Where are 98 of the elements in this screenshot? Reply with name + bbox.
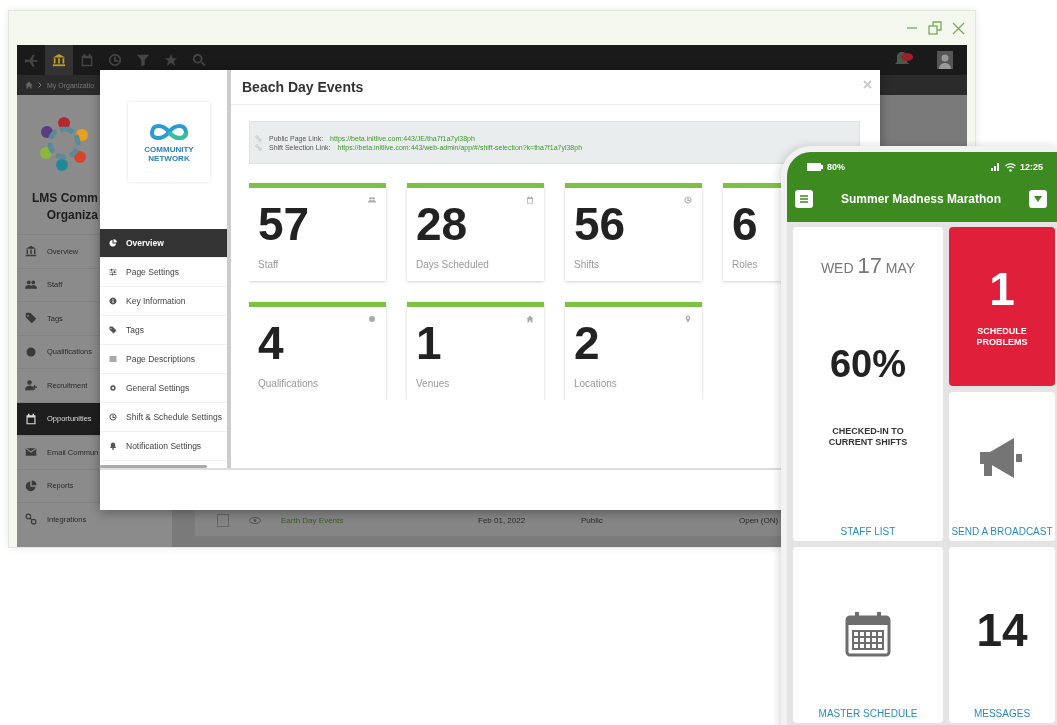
checkin-percent: 60% <box>829 343 907 386</box>
battery-icon <box>807 163 823 171</box>
infinity-logo <box>147 121 191 143</box>
house-icon <box>25 81 33 89</box>
menu-button[interactable] <box>795 190 813 208</box>
tile-caption: SCHEDULE PROBLEMS <box>975 325 1029 348</box>
calendar-icon <box>526 196 534 204</box>
tile-link[interactable]: SEND A BROADCAST <box>949 526 1055 537</box>
event-title[interactable]: Summer Madness Marathon <box>813 192 1029 206</box>
chain-link-icon <box>25 513 37 526</box>
stat-label: Roles <box>732 259 758 270</box>
schedule-tile[interactable]: MASTER SCHEDULE <box>793 547 943 723</box>
table-cell: Open (ON) <box>739 515 779 525</box>
tag-icon <box>109 326 117 334</box>
columns-icon <box>25 245 37 258</box>
nav-item[interactable]: Shift & Schedule Settings <box>100 403 227 432</box>
funnel-icon <box>136 53 150 67</box>
pie-chart-icon <box>109 239 117 247</box>
problems-tile[interactable]: 1 SCHEDULE PROBLEMS <box>949 227 1055 386</box>
calendar-icon <box>25 412 37 425</box>
stat-label: Shifts <box>574 259 599 270</box>
calendar-icon <box>844 611 892 659</box>
clock-icon <box>109 413 117 421</box>
stat-value: 2 <box>574 320 600 366</box>
stat-value: 28 <box>416 201 468 247</box>
menu-icon <box>799 194 809 204</box>
battery-level: 80% <box>827 162 845 172</box>
stat-value: 4 <box>258 320 284 366</box>
stat-label: Staff <box>258 259 279 270</box>
stat-label: Days Scheduled <box>416 259 489 270</box>
person-plus-icon <box>25 379 37 392</box>
envelope-icon <box>25 446 37 459</box>
row-checkbox[interactable] <box>217 513 229 527</box>
checkin-tile[interactable]: WED 17 MAY 60% CHECKED-IN TO CURRENT SHIFTS STAFF LIST <box>793 227 943 541</box>
tile-link[interactable]: MASTER SCHEDULE <box>793 708 943 719</box>
message-count: 14 <box>976 607 1028 653</box>
close-icon[interactable] <box>952 21 965 35</box>
nav-item[interactable]: Page Descriptions <box>100 345 227 374</box>
lines-icon <box>109 355 117 363</box>
tile-link[interactable]: STAFF LIST <box>793 526 943 537</box>
stat-label: Venues <box>416 378 450 389</box>
circle-icon <box>368 315 376 323</box>
people-icon <box>368 196 376 204</box>
modal-title: Beach Day Events <box>242 79 364 95</box>
stat-label: Qualifications <box>258 378 319 389</box>
clock-icon <box>108 53 122 67</box>
weekday: WED <box>820 260 854 276</box>
sliders-icon <box>109 268 117 276</box>
nav-item[interactable]: General Settings <box>100 374 227 403</box>
clock-time: 12:25 <box>1019 162 1043 172</box>
month: MAY <box>885 260 916 276</box>
organization-name: LMS Comm <box>32 190 98 207</box>
messages-tile[interactable]: 14 MESSAGES <box>949 547 1055 723</box>
scrollbar[interactable] <box>100 465 207 468</box>
nav-item[interactable]: Notification Settings <box>100 432 227 461</box>
nav-item[interactable]: Overview <box>100 229 227 258</box>
stat-value: 57 <box>258 201 310 247</box>
restore-icon[interactable] <box>928 21 942 35</box>
wifi-icon <box>1004 162 1016 172</box>
broadcast-tile[interactable]: SEND A BROADCAST <box>949 392 1055 541</box>
caret-icon <box>1033 195 1043 203</box>
nav-item[interactable]: Key Information <box>100 287 227 316</box>
nav-item[interactable]: Page Settings <box>100 258 227 287</box>
stat-value: 1 <box>416 320 442 366</box>
problem-count: 1 <box>989 265 1015 312</box>
close-icon <box>863 80 872 89</box>
gear-icon <box>109 384 117 392</box>
clock-icon <box>684 196 692 204</box>
people-circle-logo <box>37 114 90 171</box>
avatar-icon[interactable] <box>937 51 953 69</box>
tile-caption: CHECKED-IN TO CURRENT SHIFTS <box>827 426 909 448</box>
calendar-icon <box>80 53 94 67</box>
columns-icon <box>52 53 66 67</box>
day-number: 17 <box>857 253 882 278</box>
tile-link[interactable]: MESSAGES <box>949 708 1055 719</box>
star-icon <box>164 53 178 67</box>
people-icon <box>25 278 37 291</box>
stat-value: 6 <box>732 201 758 247</box>
bell-icon <box>109 442 117 450</box>
chevron-icon <box>38 82 42 88</box>
info-icon <box>109 297 117 305</box>
signal-icon <box>990 163 1001 171</box>
circle-icon <box>25 345 37 358</box>
dropdown-button[interactable] <box>1029 190 1047 208</box>
plane-icon <box>24 53 38 67</box>
stat-label: Locations <box>574 378 617 389</box>
table-cell-text: Public <box>581 515 604 525</box>
tag-icon <box>25 312 37 325</box>
logo-text: COMMUNITY NETWORK <box>143 145 195 163</box>
nav-item[interactable]: Tags <box>100 316 227 345</box>
table-cell-text: Feb 01, 2022 <box>478 515 527 525</box>
organization-name: Organiza <box>46 207 98 224</box>
map-pin-icon <box>684 315 692 323</box>
house-icon <box>526 315 534 323</box>
pie-chart-icon <box>25 479 37 492</box>
eye-icon <box>249 516 261 524</box>
search-icon <box>192 53 206 67</box>
stat-value: 56 <box>574 201 626 247</box>
